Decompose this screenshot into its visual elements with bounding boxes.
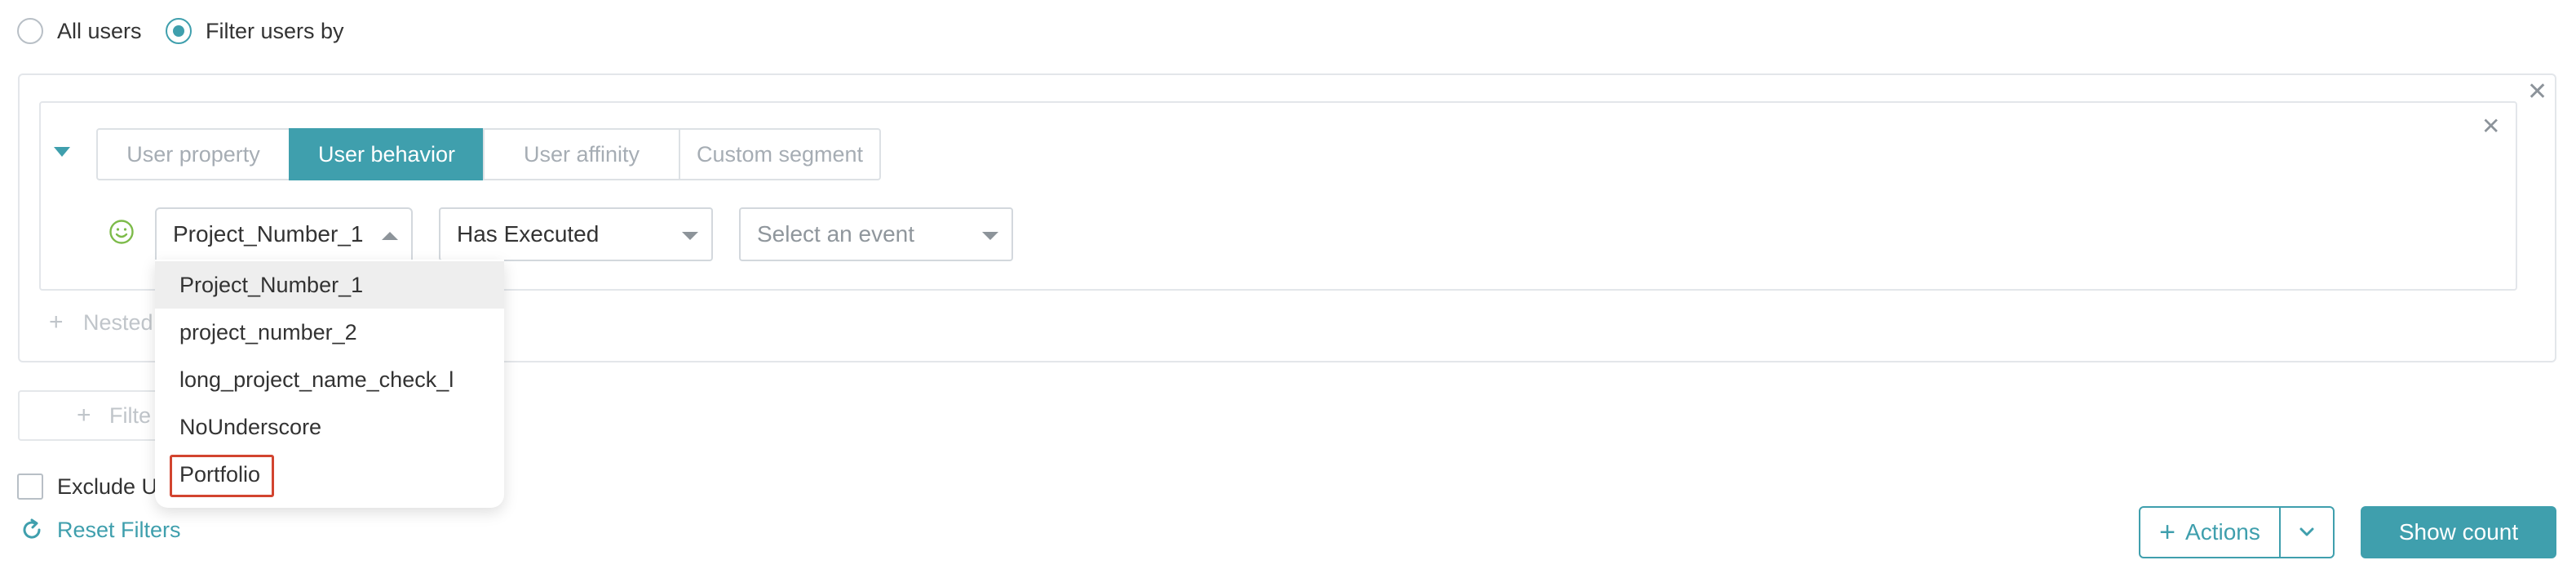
all-users-label: All users [57, 19, 142, 43]
show-count-button[interactable]: Show count [2361, 506, 2556, 558]
behavior-select-value: Has Executed [457, 221, 600, 247]
event-select[interactable]: Select an event [739, 207, 1013, 261]
chevron-down-icon [2299, 527, 2314, 536]
actions-button[interactable]: + Actions [2139, 506, 2281, 558]
add-filter-label: Filte [109, 403, 152, 428]
close-inner-icon[interactable]: ✕ [2481, 114, 2500, 139]
dropdown-option[interactable]: NoUnderscore [155, 403, 504, 451]
exclude-label: Exclude U [57, 474, 158, 499]
plus-icon: + [49, 309, 64, 336]
collapse-caret-icon[interactable] [54, 147, 70, 157]
all-users-radio[interactable] [17, 18, 43, 44]
dropdown-option[interactable]: long_project_name_check_l [155, 356, 504, 403]
project-select-value: Project_Number_1 [173, 221, 364, 247]
dropdown-option[interactable]: Project_Number_1 [155, 261, 504, 309]
tab-user-behavior[interactable]: User behavior [289, 128, 485, 180]
chevron-down-icon [682, 232, 698, 240]
close-outer-icon[interactable]: ✕ [2527, 80, 2547, 104]
tab-user-affinity[interactable]: User affinity [483, 128, 680, 180]
nested-filter-label[interactable]: Nested [83, 310, 153, 336]
chevron-down-icon [982, 232, 998, 240]
reset-filters-link[interactable]: Reset Filters [57, 518, 181, 543]
actions-label: Actions [2185, 519, 2260, 545]
chevron-up-icon [382, 232, 398, 240]
project-select[interactable]: Project_Number_1 [155, 207, 413, 261]
event-select-placeholder: Select an event [757, 221, 915, 247]
tab-user-property[interactable]: User property [96, 128, 290, 180]
highlight-box [170, 455, 274, 497]
behavior-select[interactable]: Has Executed [439, 207, 713, 261]
reset-icon[interactable] [20, 518, 44, 542]
plus-icon: + [77, 402, 91, 429]
exclude-checkbox[interactable] [17, 474, 43, 500]
filter-users-radio[interactable] [166, 18, 192, 44]
dropdown-option[interactable]: project_number_2 [155, 309, 504, 356]
plus-icon: + [2159, 517, 2176, 548]
tab-custom-segment[interactable]: Custom segment [679, 128, 881, 180]
actions-dropdown-button[interactable] [2279, 506, 2335, 558]
filter-users-label: Filter users by [206, 19, 344, 43]
smiley-icon [109, 220, 134, 244]
